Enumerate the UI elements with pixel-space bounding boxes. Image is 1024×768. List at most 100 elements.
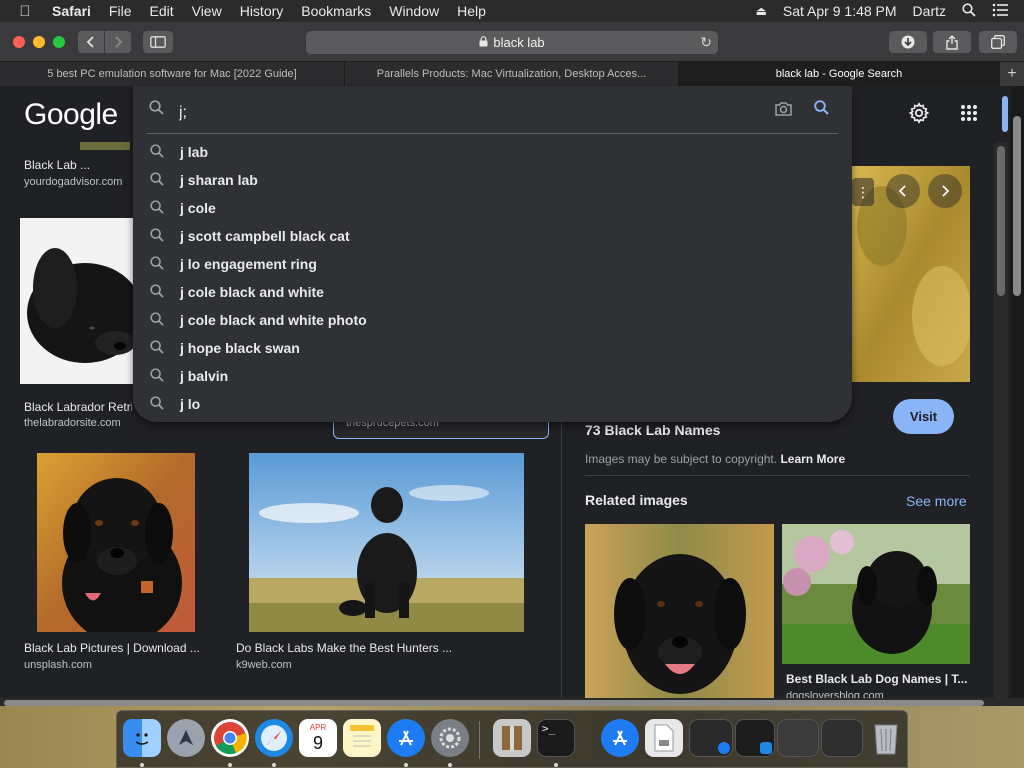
tab-overview-button[interactable] bbox=[979, 31, 1017, 53]
divider bbox=[585, 475, 970, 476]
suggestion-item[interactable]: j lo bbox=[133, 390, 852, 418]
screen:  Safari File Edit View History Bookmark… bbox=[0, 0, 1024, 768]
more-options-icon[interactable]: ⋮ bbox=[852, 178, 874, 206]
previous-image-button[interactable] bbox=[886, 174, 920, 208]
reload-icon[interactable]: ↻ bbox=[700, 34, 712, 51]
chrome-icon[interactable] bbox=[211, 719, 249, 757]
menu-history[interactable]: History bbox=[240, 3, 284, 19]
download-icon bbox=[901, 35, 915, 49]
suggestion-item[interactable]: j cole black and white bbox=[133, 278, 852, 306]
back-button[interactable] bbox=[78, 31, 104, 53]
minimize-window-button[interactable] bbox=[33, 36, 45, 48]
terminal-icon[interactable]: >_ bbox=[537, 719, 575, 757]
tab-parallels[interactable]: Parallels Products: Mac Virtualization, … bbox=[345, 62, 679, 86]
apple-icon[interactable]:  bbox=[14, 3, 36, 20]
tab-black-lab-search[interactable]: black lab - Google Search bbox=[679, 62, 1000, 86]
menu-bookmarks[interactable]: Bookmarks bbox=[301, 3, 371, 19]
result-thumbnail[interactable] bbox=[80, 142, 130, 150]
running-indicator bbox=[404, 763, 408, 767]
app-store-download-icon[interactable] bbox=[601, 719, 639, 757]
clock[interactable]: Sat Apr 9 1:48 PM bbox=[783, 3, 897, 19]
calendar-icon[interactable]: APR 9 bbox=[299, 719, 337, 757]
visit-button[interactable]: Visit bbox=[893, 399, 954, 434]
system-preferences-icon[interactable] bbox=[431, 719, 469, 757]
address-bar[interactable]: black lab ↻ bbox=[306, 31, 718, 54]
inner-scrollbar-thumb[interactable] bbox=[997, 146, 1005, 296]
forward-button[interactable] bbox=[105, 31, 131, 53]
suggestion-item[interactable]: j balvin bbox=[133, 362, 852, 390]
eject-icon[interactable]: ⏏ bbox=[756, 4, 767, 18]
dock: APR 9 >_ bbox=[116, 710, 908, 768]
tab-pc-emulation[interactable]: 5 best PC emulation software for Mac [20… bbox=[0, 62, 345, 86]
result-title[interactable]: Do Black Labs Make the Best Hunters ... bbox=[236, 641, 536, 655]
minimized-window-thumbnail[interactable] bbox=[689, 719, 733, 757]
user-name[interactable]: Dartz bbox=[913, 3, 946, 19]
related-image[interactable] bbox=[782, 524, 970, 664]
sidebar-toggle-button[interactable] bbox=[143, 31, 173, 53]
suggestion-item[interactable]: j lo engagement ring bbox=[133, 250, 852, 278]
search-icon bbox=[149, 100, 164, 120]
suggestion-item[interactable]: j scott campbell black cat bbox=[133, 222, 852, 250]
search-input[interactable] bbox=[179, 102, 739, 124]
related-image[interactable] bbox=[585, 524, 774, 698]
result-thumbnail[interactable] bbox=[37, 453, 195, 632]
menu-edit[interactable]: Edit bbox=[149, 3, 173, 19]
result-title[interactable]: Black Lab ... bbox=[24, 158, 90, 172]
settings-gear-icon[interactable] bbox=[906, 100, 932, 126]
panel-title[interactable]: 73 Black Lab Names bbox=[585, 422, 720, 438]
trash-icon[interactable] bbox=[867, 719, 905, 757]
spotlight-icon[interactable] bbox=[962, 2, 976, 20]
related-images-heading: Related images bbox=[585, 492, 688, 508]
result-title[interactable]: Black Labrador Retri... bbox=[24, 400, 132, 414]
running-indicator bbox=[272, 763, 276, 767]
minimized-window-thumbnail[interactable] bbox=[777, 719, 819, 757]
next-image-button[interactable] bbox=[928, 174, 962, 208]
finder-icon[interactable] bbox=[123, 719, 161, 757]
menu-app[interactable]: Safari bbox=[52, 3, 91, 19]
google-logo[interactable]: Google bbox=[24, 98, 118, 132]
notification-center-icon[interactable] bbox=[992, 3, 1008, 20]
menu-view[interactable]: View bbox=[192, 3, 222, 19]
related-image-title[interactable]: Best Black Lab Dog Names | T... bbox=[786, 672, 970, 686]
search-submit-icon[interactable] bbox=[814, 100, 829, 120]
menu-window[interactable]: Window bbox=[389, 3, 439, 19]
result-site[interactable]: thelabradorsite.com bbox=[24, 417, 121, 429]
share-button[interactable] bbox=[933, 31, 971, 53]
tabs-icon bbox=[991, 35, 1005, 49]
safari-icon[interactable] bbox=[255, 719, 293, 757]
suggestion-item[interactable]: j sharan lab bbox=[133, 166, 852, 194]
result-site[interactable]: yourdogadvisor.com bbox=[24, 176, 122, 188]
suggestion-item[interactable]: j cole bbox=[133, 194, 852, 222]
minimized-window-thumbnail[interactable] bbox=[735, 719, 775, 757]
document-icon[interactable] bbox=[645, 719, 683, 757]
result-title[interactable]: Black Lab Pictures | Download ... bbox=[24, 641, 204, 655]
result-thumbnail[interactable] bbox=[249, 453, 524, 632]
downloads-button[interactable] bbox=[889, 31, 927, 53]
see-more-link[interactable]: See more bbox=[906, 493, 967, 509]
related-image-site[interactable]: dogsloversblog.com bbox=[786, 690, 884, 698]
suggestion-item[interactable]: j lab bbox=[133, 138, 852, 166]
result-site[interactable]: k9web.com bbox=[236, 659, 292, 671]
page-scrollbar-thumb[interactable] bbox=[1013, 116, 1021, 296]
google-apps-icon[interactable] bbox=[956, 100, 982, 126]
running-indicator bbox=[554, 763, 558, 767]
suggestion-item[interactable]: j cole black and white photo bbox=[133, 306, 852, 334]
menu-help[interactable]: Help bbox=[457, 3, 486, 19]
close-window-button[interactable] bbox=[13, 36, 25, 48]
suggestion-item[interactable]: j hope black swan bbox=[133, 334, 852, 362]
search-icon bbox=[150, 340, 164, 357]
result-thumbnail[interactable] bbox=[20, 218, 133, 384]
notes-icon[interactable] bbox=[343, 719, 381, 757]
camera-icon[interactable] bbox=[775, 101, 792, 120]
menu-file[interactable]: File bbox=[109, 3, 132, 19]
learn-more-link[interactable]: Learn More bbox=[780, 452, 845, 466]
archive-utility-icon[interactable] bbox=[493, 719, 531, 757]
launchpad-icon[interactable] bbox=[167, 719, 205, 757]
app-store-icon[interactable] bbox=[387, 719, 425, 757]
result-site[interactable]: unsplash.com bbox=[24, 659, 92, 671]
minimized-window-thumbnail[interactable] bbox=[821, 719, 863, 757]
search-icon bbox=[150, 228, 164, 245]
new-tab-button[interactable]: + bbox=[1000, 62, 1024, 86]
search-icon bbox=[150, 368, 164, 385]
maximize-window-button[interactable] bbox=[53, 36, 65, 48]
